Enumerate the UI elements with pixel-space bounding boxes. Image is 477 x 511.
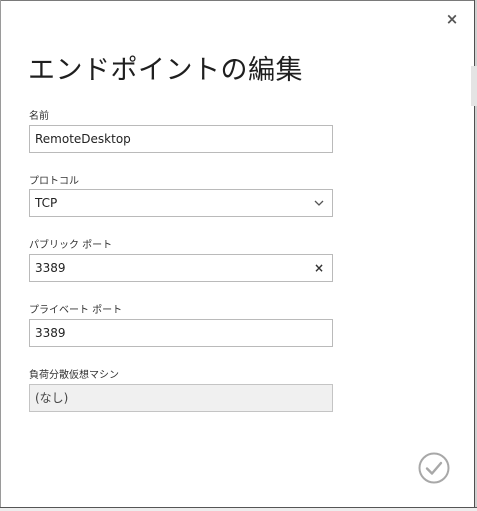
dialog-border-top [0, 0, 477, 1]
background-panel-edge [471, 66, 477, 106]
public-port-label: パブリック ポート [29, 240, 113, 251]
load-balanced-vm-field: (なし) [29, 384, 333, 412]
name-label: 名前 [29, 111, 49, 122]
checkmark-icon[interactable] [418, 452, 450, 484]
protocol-value: TCP [35, 196, 58, 210]
close-icon[interactable]: × [443, 10, 461, 28]
name-input[interactable]: RemoteDesktop [29, 125, 333, 153]
private-port-label: プライベート ポート [29, 305, 123, 316]
dialog-border-bottom [0, 507, 477, 511]
public-port-input[interactable]: 3389 × [29, 254, 333, 282]
name-value: RemoteDesktop [35, 132, 131, 146]
public-port-value: 3389 [35, 261, 66, 275]
dialog-title: エンドポイントの編集 [28, 55, 303, 86]
edit-endpoint-dialog: × エンドポイントの編集 名前 RemoteDesktop プロトコル TCP … [0, 0, 477, 511]
dialog-border-left [0, 0, 1, 511]
load-balanced-vm-label: 負荷分散仮想マシン [29, 370, 119, 381]
private-port-input[interactable]: 3389 [29, 319, 333, 347]
clear-icon[interactable]: × [313, 255, 325, 281]
protocol-label: プロトコル [29, 176, 79, 187]
protocol-select[interactable]: TCP [29, 189, 333, 217]
chevron-down-icon[interactable] [314, 190, 324, 216]
load-balanced-vm-value: (なし) [35, 391, 69, 405]
private-port-value: 3389 [35, 326, 66, 340]
